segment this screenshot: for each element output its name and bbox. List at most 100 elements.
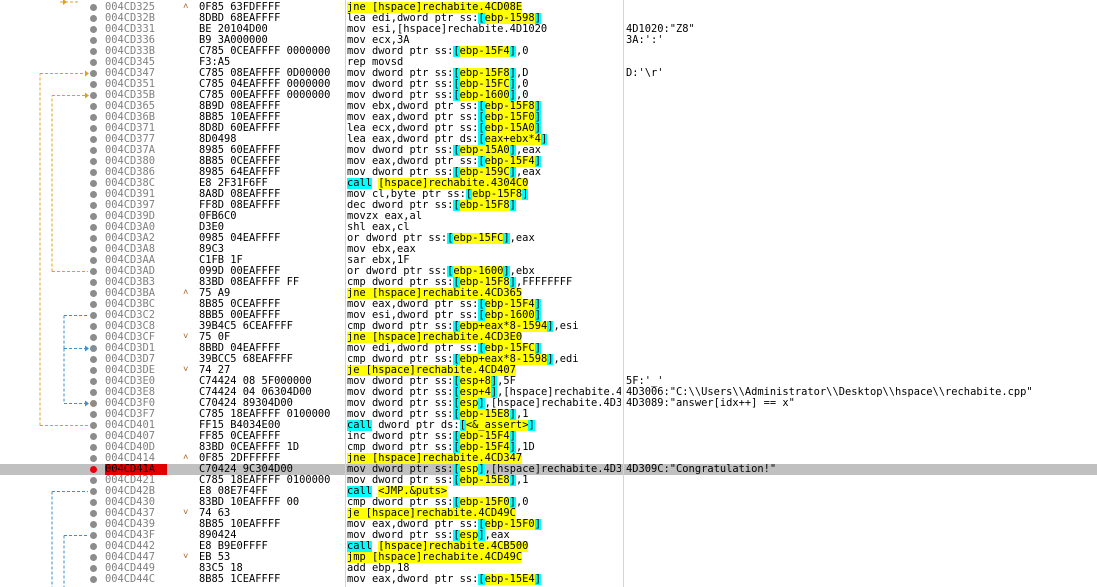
instruction-cell[interactable]: mov dword ptr ss:[ebp-159C],eax: [347, 167, 621, 178]
address-cell[interactable]: 004CD3C8: [105, 321, 167, 332]
instruction-row[interactable]: 004CD3AA C1FB 1F sar ebx,1F: [0, 255, 1097, 266]
address-cell[interactable]: 004CD442: [105, 541, 167, 552]
address-cell[interactable]: 004CD437: [105, 508, 167, 519]
breakpoint-dot-icon[interactable]: [90, 81, 97, 88]
instruction-cell[interactable]: mov eax,dword ptr ss:[ebp-15F4]: [347, 156, 621, 167]
instruction-cell[interactable]: cmp dword ptr ss:[ebp+eax*8-1594],esi: [347, 321, 621, 332]
instruction-row[interactable]: 004CD3BC 8B85 0CEAFFFF mov eax,dword ptr s…: [0, 299, 1097, 310]
breakpoint-dot-icon[interactable]: [90, 37, 97, 44]
instruction-cell[interactable]: call <JMP.&puts>: [347, 486, 621, 497]
address-cell[interactable]: 004CD38C: [105, 178, 167, 189]
instruction-row[interactable]: 004CD3A2 0985 04EAFFFF or dword ptr ss:[eb…: [0, 233, 1097, 244]
breakpoint-dot-icon[interactable]: [90, 576, 97, 583]
instruction-row[interactable]: 004CD347 C785 08EAFFFF 0D00000 mov dword p…: [0, 68, 1097, 79]
instruction-cell[interactable]: cmp dword ptr ss:[ebp-15F4],1D: [347, 442, 621, 453]
breakpoint-dot-icon[interactable]: [90, 345, 97, 352]
instruction-row[interactable]: 004CD37A 8985 60EAFFFF mov dword ptr ss:[e…: [0, 145, 1097, 156]
instruction-cell[interactable]: call [hspace]rechabite.4304C0: [347, 178, 621, 189]
breakpoint-dot-icon[interactable]: [90, 323, 97, 330]
address-cell[interactable]: 004CD3BC: [105, 299, 167, 310]
instruction-row[interactable]: 004CD3E0 C74424 08 5F000000 mov dword ptr …: [0, 376, 1097, 387]
instruction-row[interactable]: 004CD331 BE 20104D00 mov esi,[hspace]recha…: [0, 24, 1097, 35]
breakpoint-dot-icon[interactable]: [90, 422, 97, 429]
instruction-row[interactable]: 004CD421 C785 18EAFFFF 0100000 mov dword p…: [0, 475, 1097, 486]
address-cell[interactable]: 004CD407: [105, 431, 167, 442]
instruction-cell[interactable]: mov dword ptr ss:[ebp-1600],0: [347, 90, 621, 101]
address-cell[interactable]: 004CD325: [105, 2, 167, 13]
breakpoint-dot-icon[interactable]: [90, 334, 97, 341]
instruction-cell[interactable]: call dword ptr ds:[<&_assert>]: [347, 420, 621, 431]
instruction-row[interactable]: 004CD336 B9 3A000000 mov ecx,3A 3A:':': [0, 35, 1097, 46]
breakpoint-dot-icon[interactable]: [90, 554, 97, 561]
address-cell[interactable]: 004CD3C2: [105, 310, 167, 321]
current-instruction-row[interactable]: 004CD41A C70424 9C304D00 mov dword ptr ss:…: [0, 464, 1097, 475]
comment-cell[interactable]: 5F:'_': [626, 376, 1097, 387]
breakpoint-dot-icon[interactable]: [90, 103, 97, 110]
instruction-cell[interactable]: add ebp,18: [347, 563, 621, 574]
address-cell[interactable]: 004CD347: [105, 68, 167, 79]
instruction-row[interactable]: 004CD3E8 C74424 04 06304D00 mov dword ptr …: [0, 387, 1097, 398]
instruction-row[interactable]: 004CD365 8B9D 08EAFFFF mov ebx,dword ptr s…: [0, 101, 1097, 112]
comment-cell[interactable]: 4D309C:"Congratulation!": [626, 464, 1097, 475]
breakpoint-dot-icon[interactable]: [90, 92, 97, 99]
instruction-cell[interactable]: mov eax,dword ptr ss:[ebp-15F4]: [347, 299, 621, 310]
breakpoint-dot-icon[interactable]: [90, 312, 97, 319]
address-cell[interactable]: 004CD35B: [105, 90, 167, 101]
instruction-row[interactable]: 004CD44C 8B85 1CEAFFFF mov eax,dword ptr s…: [0, 574, 1097, 585]
breakpoint-dot-icon[interactable]: [90, 279, 97, 286]
breakpoint-dot-icon[interactable]: [90, 444, 97, 451]
instruction-row[interactable]: 004CD3C8 39B4C5 6CEAFFFF cmp dword ptr ss:…: [0, 321, 1097, 332]
instruction-cell[interactable]: sar ebx,1F: [347, 255, 621, 266]
address-cell[interactable]: 004CD345: [105, 57, 167, 68]
breakpoint-dot-icon[interactable]: [90, 257, 97, 264]
instruction-row[interactable]: 004CD439 8B85 10EAFFFF mov eax,dword ptr s…: [0, 519, 1097, 530]
address-cell[interactable]: 004CD3E0: [105, 376, 167, 387]
breakpoint-dot-icon[interactable]: [90, 191, 97, 198]
breakpoint-dot-icon[interactable]: [90, 565, 97, 572]
breakpoint-dot-icon[interactable]: [90, 268, 97, 275]
breakpoint-dot-icon[interactable]: [90, 433, 97, 440]
instruction-cell[interactable]: jmp [hspace]rechabite.4CD49C: [347, 552, 621, 563]
instruction-row[interactable]: 004CD430 83BD 10EAFFFF 00 cmp dword ptr ss…: [0, 497, 1097, 508]
address-cell[interactable]: 004CD3A0: [105, 222, 167, 233]
instruction-row[interactable]: 004CD3AD 099D 00EAFFFF or dword ptr ss:[eb…: [0, 266, 1097, 277]
instruction-cell[interactable]: lea eax,dword ptr ds:[eax+ebx*4]: [347, 134, 621, 145]
address-cell[interactable]: 004CD380: [105, 156, 167, 167]
instruction-row[interactable]: 004CD38C E8 2F31F6FF call [hspace]rechabit…: [0, 178, 1097, 189]
address-cell[interactable]: 004CD3AD: [105, 266, 167, 277]
address-cell[interactable]: 004CD36B: [105, 112, 167, 123]
instruction-row[interactable]: 004CD3A8 89C3 mov ebx,eax: [0, 244, 1097, 255]
breakpoint-dot-icon[interactable]: [90, 532, 97, 539]
instruction-cell[interactable]: mov ecx,3A: [347, 35, 621, 46]
address-cell[interactable]: 004CD391: [105, 189, 167, 200]
address-cell[interactable]: 004CD42B: [105, 486, 167, 497]
address-cell[interactable]: 004CD430: [105, 497, 167, 508]
breakpoint-dot-icon[interactable]: [90, 455, 97, 462]
instruction-row[interactable]: 004CD32B 8DBD 68EAFFFF lea edi,dword ptr s…: [0, 13, 1097, 24]
breakpoint-dot-icon[interactable]: [90, 224, 97, 231]
instruction-row[interactable]: 004CD371 8D8D 60EAFFFF lea ecx,dword ptr s…: [0, 123, 1097, 134]
address-cell[interactable]: 004CD3DE: [105, 365, 167, 376]
breakpoint-dot-icon[interactable]: [90, 202, 97, 209]
address-cell[interactable]: 004CD377: [105, 134, 167, 145]
instruction-cell[interactable]: mov dword ptr ss:[ebp-15F8],D: [347, 68, 621, 79]
address-cell[interactable]: 004CD414: [105, 453, 167, 464]
instruction-row[interactable]: 004CD380 8B85 0CEAFFFF mov eax,dword ptr s…: [0, 156, 1097, 167]
instruction-row[interactable]: 004CD43F 890424 mov dword ptr ss:[esp],eax: [0, 530, 1097, 541]
breakpoint-dot-icon[interactable]: [90, 356, 97, 363]
address-cell[interactable]: 004CD421: [105, 475, 167, 486]
instruction-row[interactable]: 004CD3F0 C70424 89304D00 mov dword ptr ss:…: [0, 398, 1097, 409]
breakpoint-dot-icon[interactable]: [90, 235, 97, 242]
instruction-row[interactable]: 004CD377 8D0498 lea eax,dword ptr ds:[eax+…: [0, 134, 1097, 145]
instruction-cell[interactable]: mov eax,dword ptr ss:[ebp-15F0]: [347, 519, 621, 530]
breakpoint-dot-icon[interactable]: [90, 301, 97, 308]
breakpoint-dot-icon[interactable]: [90, 213, 97, 220]
breakpoint-dot-icon[interactable]: [90, 510, 97, 517]
address-cell[interactable]: 004CD32B: [105, 13, 167, 24]
breakpoint-dot-icon[interactable]: [90, 378, 97, 385]
instruction-cell[interactable]: mov dword ptr ss:[esp+8],5F: [347, 376, 621, 387]
address-cell[interactable]: 004CD331: [105, 24, 167, 35]
instruction-cell[interactable]: mov dword ptr ss:[esp],[hspace]rechabite…: [347, 398, 621, 409]
instruction-row[interactable]: 004CD35B C785 00EAFFFF 0000000 mov dword p…: [0, 90, 1097, 101]
instruction-cell[interactable]: mov dword ptr ss:[ebp-15F4],0: [347, 46, 621, 57]
